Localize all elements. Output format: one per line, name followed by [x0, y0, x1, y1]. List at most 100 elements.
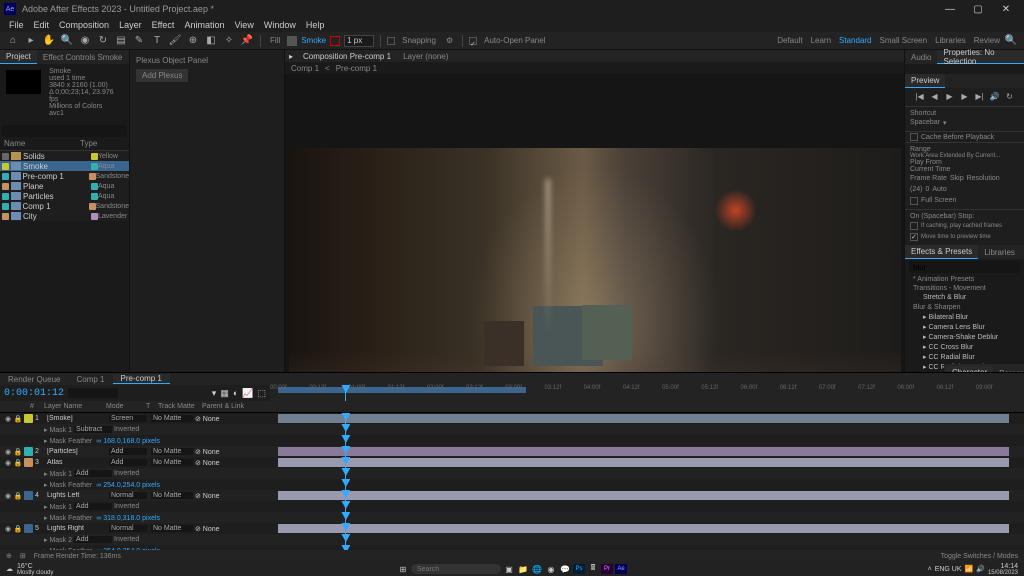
graph-icon[interactable]: 📈	[242, 388, 253, 399]
loop-button[interactable]: ↻	[1004, 92, 1016, 102]
snapping-checkbox[interactable]	[387, 37, 395, 45]
search-icon[interactable]: 🔍	[1004, 34, 1018, 48]
visibility-icon[interactable]: ◉	[4, 415, 12, 423]
workspace-tab-small-screen[interactable]: Small Screen	[880, 36, 928, 45]
text-tool-icon[interactable]: T	[150, 34, 164, 48]
tab-comp1[interactable]: Comp 1	[68, 375, 112, 384]
puppet-tool-icon[interactable]: 📌	[240, 34, 254, 48]
fill-swatch[interactable]	[287, 36, 297, 46]
tab-properties[interactable]: Properties: No Selection	[937, 50, 1024, 64]
toggle-switches-button[interactable]: Toggle Switches / Modes	[941, 553, 1018, 560]
add-plexus-button[interactable]: Add Plexus	[136, 69, 188, 82]
tab-renderqueue[interactable]: Render Queue	[0, 375, 68, 384]
timecode-display[interactable]: 0:00:01:12	[4, 388, 64, 399]
last-frame-button[interactable]: ▶|	[974, 92, 986, 102]
workspace-tab-default[interactable]: Default	[777, 36, 802, 45]
menu-file[interactable]: File	[4, 20, 29, 30]
breadcrumb-item[interactable]: Comp 1	[291, 64, 319, 73]
taskbar-search-input[interactable]	[411, 564, 501, 574]
fx-group[interactable]: Blur & Sharpen	[905, 303, 1024, 312]
project-item[interactable]: ParticlesAqua	[0, 191, 129, 201]
tab-precomp1[interactable]: Pre-comp 1	[113, 374, 170, 384]
layer-bar[interactable]	[278, 458, 1009, 467]
tab-effects[interactable]: Effects & Presets	[905, 245, 978, 259]
layer-bar[interactable]	[278, 447, 1009, 456]
layer-row[interactable]: ◉🔒2[Particles]AddNo Matte⊘ None	[0, 446, 1024, 457]
visibility-icon[interactable]: ◉	[4, 525, 12, 533]
tray-chevron-icon[interactable]: ˄	[928, 566, 932, 573]
caching-checkbox[interactable]	[910, 222, 918, 230]
playfrom-dropdown[interactable]: Current Time	[910, 166, 1019, 173]
autoopen-checkbox[interactable]	[469, 37, 477, 45]
fx-group[interactable]: Transitions - Movement	[905, 284, 1024, 293]
home-icon[interactable]: ⌂	[6, 34, 20, 48]
discord-icon[interactable]: 💬	[559, 564, 571, 574]
tab-audio[interactable]: Audio	[905, 50, 937, 64]
visibility-icon[interactable]: ◉	[4, 492, 12, 500]
wifi-icon[interactable]: 📶	[965, 565, 974, 573]
layer-property-row[interactable]: ▸ Mask 1AddInverted	[0, 501, 1024, 512]
workspace-tab-libraries[interactable]: Libraries	[935, 36, 966, 45]
premiere-icon[interactable]: Pr	[601, 564, 613, 574]
visibility-icon[interactable]: ◉	[4, 448, 12, 456]
fx-item[interactable]: Stretch & Blur	[905, 293, 1024, 303]
clone-tool-icon[interactable]: ⊕	[186, 34, 200, 48]
stroke-width-input[interactable]	[344, 35, 374, 47]
layer-property-row[interactable]: ▸ Mask 1AddInverted	[0, 468, 1024, 479]
camera-tool-icon[interactable]: ▤	[114, 34, 128, 48]
project-item[interactable]: PlaneAqua	[0, 181, 129, 191]
menu-composition[interactable]: Composition	[54, 20, 114, 30]
layer-property-row[interactable]: ▸ Mask Feather∞ 254.0,254.0 pixels	[0, 479, 1024, 490]
clock[interactable]: 14:1415/08/2023	[988, 563, 1018, 576]
workspace-tab-learn[interactable]: Learn	[811, 36, 831, 45]
stroke-label[interactable]: Smoke	[301, 36, 326, 45]
motionblur-icon[interactable]: ◐	[233, 388, 238, 398]
layer-property-row[interactable]: ▸ Mask Feather∞ 318.0,318.0 pixels	[0, 512, 1024, 523]
fx-group[interactable]: * Animation Presets	[905, 275, 1024, 284]
timeline-ruler[interactable]: 00:00f00:12f01:00f01:12f02:00f02:12f03:0…	[270, 385, 1024, 401]
selection-tool-icon[interactable]: ▸	[24, 34, 38, 48]
effects-search-input[interactable]	[909, 261, 1020, 273]
layer-property-row[interactable]: ▸ Mask Feather∞ 168.0,168.0 pixels	[0, 435, 1024, 446]
explorer-icon[interactable]: 📁	[517, 564, 529, 574]
skip-dropdown[interactable]: 0	[925, 186, 929, 193]
zoom-tool-icon[interactable]: 🔍	[60, 34, 74, 48]
layer-property-row[interactable]: ▸ Mask 1SubtractInverted	[0, 424, 1024, 435]
layer-bar[interactable]	[278, 491, 1009, 500]
breadcrumb-item[interactable]: Pre-comp 1	[336, 64, 377, 73]
eraser-tool-icon[interactable]: ◧	[204, 34, 218, 48]
hand-tool-icon[interactable]: ✋	[42, 34, 56, 48]
fx-item[interactable]: ▸ Camera Lens Blur	[905, 322, 1024, 332]
tab-preview[interactable]: Preview	[905, 74, 945, 88]
taskview-icon[interactable]: ▣	[503, 564, 515, 574]
menu-layer[interactable]: Layer	[114, 20, 147, 30]
fx-item[interactable]: ▸ CC Cross Blur	[905, 342, 1024, 352]
snap-opts-icon[interactable]: ⚙	[443, 36, 456, 45]
fps-dropdown[interactable]: (24)	[910, 186, 922, 193]
tab-project[interactable]: Project	[0, 50, 37, 64]
menu-effect[interactable]: Effect	[147, 20, 180, 30]
frameblend-icon[interactable]: ▦	[220, 388, 229, 399]
photoshop-icon[interactable]: Ps	[573, 564, 585, 574]
tab-libraries[interactable]: Libraries	[978, 245, 1021, 259]
menu-window[interactable]: Window	[259, 20, 301, 30]
ae-icon[interactable]: Ae	[615, 564, 627, 574]
tab-effectcontrols[interactable]: Effect Controls Smoke	[37, 50, 128, 64]
orbit-tool-icon[interactable]: ◉	[78, 34, 92, 48]
menu-view[interactable]: View	[229, 20, 258, 30]
minimize-button[interactable]: —	[936, 1, 964, 17]
workspace-tab-review[interactable]: Review	[974, 36, 1000, 45]
fx-item[interactable]: ▸ Camera-Shake Deblur	[905, 332, 1024, 342]
fx-item[interactable]: ▸ Bilateral Blur	[905, 312, 1024, 322]
shy-icon[interactable]: ▾	[212, 388, 217, 399]
layer-bar[interactable]	[278, 414, 1009, 423]
maximize-button[interactable]: ▢	[964, 1, 992, 17]
layer-row[interactable]: ◉🔒1[Smoke]ScreenNo Matte⊘ None	[0, 413, 1024, 424]
chrome-icon[interactable]: ◉	[545, 564, 557, 574]
layer-property-row[interactable]: ▸ Mask 2AddInverted	[0, 534, 1024, 545]
menu-edit[interactable]: Edit	[29, 20, 55, 30]
visibility-icon[interactable]: ◉	[4, 459, 12, 467]
brush-tool-icon[interactable]: 🖌	[168, 34, 182, 48]
draft3d-icon[interactable]: ⬚	[257, 388, 266, 399]
workspace-tab-standard[interactable]: Standard	[839, 36, 871, 45]
